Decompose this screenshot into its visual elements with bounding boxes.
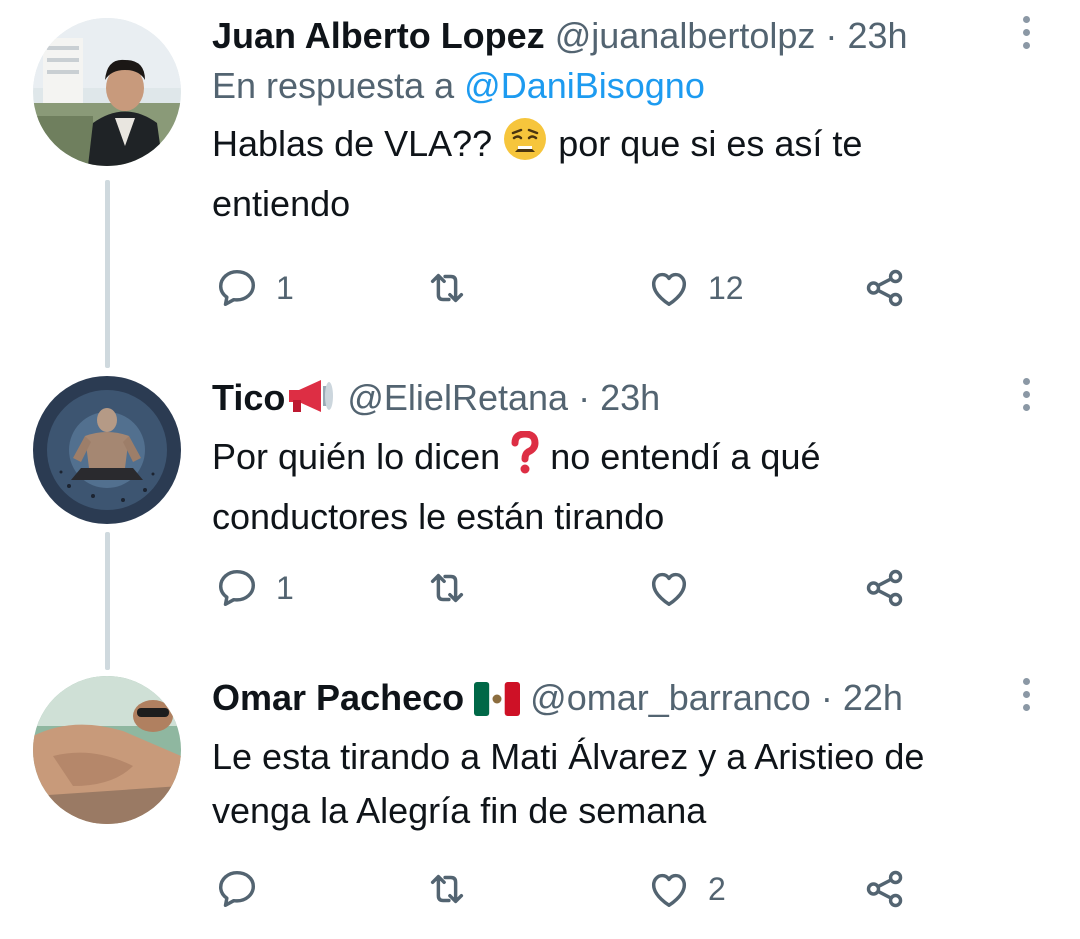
like-button[interactable]: 2 — [646, 864, 726, 914]
timestamp[interactable]: 22h — [843, 677, 903, 718]
timestamp[interactable]: 23h — [847, 15, 907, 56]
like-count: 12 — [708, 269, 744, 306]
tweet-actions: 1 — [212, 563, 932, 613]
megaphone-emoji-icon — [285, 376, 337, 426]
reply-icon — [218, 269, 256, 307]
share-button[interactable] — [862, 263, 908, 313]
retweet-icon — [430, 273, 464, 303]
separator-dot: · — [825, 15, 838, 56]
reply-button[interactable]: 1 — [214, 563, 294, 613]
author-name[interactable]: Omar Pacheco — [212, 677, 464, 718]
tweet-text: Le esta tirando a Mati Álvarez y a Arist… — [212, 730, 1010, 838]
author-handle[interactable]: @ElielRetana — [347, 377, 568, 418]
retweet-icon — [430, 573, 464, 603]
tweet-actions: 2 — [212, 864, 932, 914]
tweet-text-part: Le esta tirando a Mati Álvarez y a Arist… — [212, 736, 925, 777]
retweet-button[interactable] — [424, 263, 486, 313]
thread-connector — [105, 180, 110, 368]
reply-count: 1 — [276, 569, 294, 606]
share-icon — [866, 269, 903, 307]
tweet-text-part: entiendo — [212, 183, 351, 224]
avatar[interactable] — [33, 18, 181, 166]
reply-icon — [218, 870, 256, 908]
share-button[interactable] — [862, 563, 908, 613]
tweet-actions: 1 12 — [212, 263, 932, 313]
separator-dot: · — [820, 677, 833, 718]
avatar[interactable] — [33, 676, 181, 824]
tweet-text: Por quién lo dicen no entendí a qué cond… — [212, 430, 1010, 544]
author-handle[interactable]: @juanalbertolpz — [555, 15, 816, 56]
more-options-icon[interactable] — [1020, 378, 1032, 411]
author-name[interactable]: Juan Alberto Lopez — [212, 15, 545, 56]
heart-icon — [651, 272, 687, 307]
reply-button[interactable]: 1 — [214, 263, 294, 313]
weary-face-emoji-icon — [502, 116, 548, 177]
author-name[interactable]: Tico — [212, 377, 285, 418]
retweet-button[interactable] — [424, 864, 486, 914]
share-icon — [866, 870, 903, 908]
heart-icon — [651, 873, 687, 908]
tweet-text-part: no entendí a qué — [550, 436, 821, 477]
reply-icon — [218, 569, 256, 607]
share-button[interactable] — [862, 864, 908, 914]
thread-connector — [105, 532, 110, 670]
timestamp[interactable]: 23h — [600, 377, 660, 418]
avatar[interactable] — [33, 376, 181, 524]
reply-button[interactable] — [214, 864, 276, 914]
tweet-text-part: Hablas de VLA?? — [212, 123, 493, 164]
tweet-text-part: por que si es así te — [558, 123, 863, 164]
separator-dot: · — [578, 377, 591, 418]
share-icon — [866, 569, 903, 607]
tweet-text-part: Por quién lo dicen — [212, 436, 501, 477]
reply-mention-link[interactable]: @DaniBisogno — [464, 65, 705, 106]
reply-prefix: En respuesta a — [212, 65, 455, 106]
heart-icon — [651, 572, 687, 607]
like-count: 2 — [708, 870, 726, 907]
reply-count: 1 — [276, 269, 294, 306]
retweet-icon — [430, 874, 464, 904]
tweet-text: Hablas de VLA?? por que si es así te ent… — [212, 116, 1010, 231]
like-button[interactable] — [646, 563, 708, 613]
tweet-text-part: conductores le están tirando — [212, 496, 665, 537]
question-mark-emoji-icon — [510, 430, 540, 490]
author-handle[interactable]: @omar_barranco — [530, 677, 811, 718]
more-options-icon[interactable] — [1020, 678, 1032, 711]
more-options-icon[interactable] — [1020, 16, 1032, 49]
tweet-text-part: venga la Alegría fin de semana — [212, 790, 707, 831]
retweet-button[interactable] — [424, 563, 486, 613]
mexico-flag-emoji-icon — [474, 682, 521, 726]
like-button[interactable]: 12 — [646, 263, 744, 313]
